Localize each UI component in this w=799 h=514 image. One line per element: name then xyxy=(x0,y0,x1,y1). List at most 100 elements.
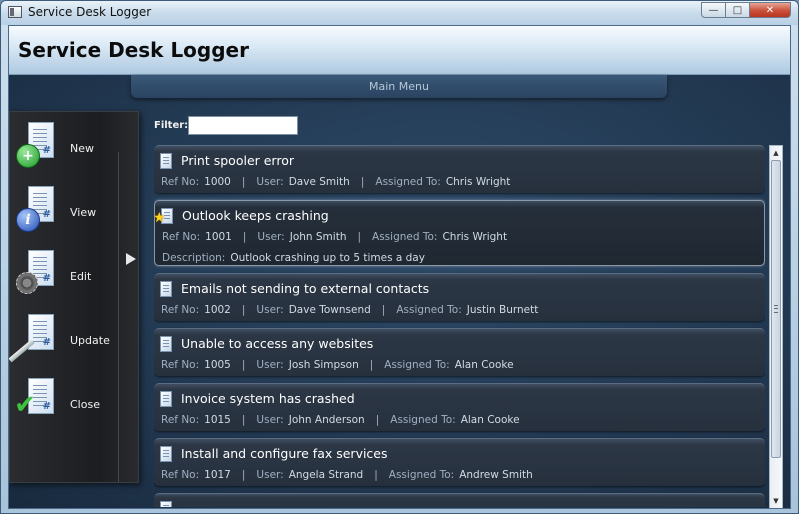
main-menu-bar[interactable]: Main Menu xyxy=(131,75,667,98)
app-window: Service Desk Logger — □ ✕ Service Desk L… xyxy=(0,0,799,514)
scroll-up-icon[interactable]: ▲ xyxy=(770,146,782,160)
ticket-user-label: User: xyxy=(257,231,285,243)
separator: | xyxy=(374,469,378,481)
ticket-meta: Ref No: 1015 | User: John Anderson | Assigned … xyxy=(161,414,520,426)
separator: | xyxy=(242,231,247,243)
ticket-document-icon xyxy=(160,501,172,507)
ticket-assigned: Chris Wright xyxy=(442,231,508,243)
ticket-title: Emails not sending to external contacts xyxy=(181,281,430,296)
separator: | xyxy=(369,359,374,371)
ticket-ref-label: Ref No: xyxy=(161,176,200,188)
ticket-assigned: Justin Burnett xyxy=(466,304,539,316)
ticket-assigned: Chris Wright xyxy=(445,176,511,188)
ticket-meta: Ref No: 1005 | User: Josh Simpson | Assigned T… xyxy=(161,359,514,371)
new-button-label: New xyxy=(70,142,94,155)
ticket-ref-label: Ref No: xyxy=(161,414,200,426)
update-button-label: Update xyxy=(70,334,110,347)
ticket-document-icon xyxy=(160,153,172,169)
update-button[interactable]: # Update xyxy=(14,314,114,370)
ticket-card[interactable]: Install and configure fax services Ref No… xyxy=(154,438,765,486)
separator: | xyxy=(381,304,386,316)
app-header: Service Desk Logger xyxy=(9,26,790,75)
ticket-card[interactable]: Print spooler error Ref No: 1000 | User: Dave… xyxy=(154,145,765,193)
maximize-icon: □ xyxy=(732,4,743,16)
ticket-title: Unable to access any websites xyxy=(181,336,374,351)
ticket-assigned-label: Assigned To: xyxy=(388,469,455,481)
close-window-button[interactable]: ✕ xyxy=(749,2,791,18)
ticket-card[interactable]: Unable to access any websites Ref No: 1005… xyxy=(154,328,765,376)
separator: | xyxy=(375,414,380,426)
separator: | xyxy=(241,176,246,188)
scroll-thumb[interactable] xyxy=(771,160,781,458)
ticket-user: Angela Strand xyxy=(288,469,364,481)
ticket-assigned-label: Assigned To: xyxy=(390,414,456,426)
sidebar-divider xyxy=(118,152,119,482)
separator: | xyxy=(241,469,246,481)
ticket-meta: Ref No: 1017 | User: Angela Strand | Assigned … xyxy=(161,469,533,481)
ticket-description-text: Outlook crashing up to 5 times a day xyxy=(230,252,425,264)
ticket-document-icon xyxy=(160,281,172,297)
edit-button-label: Edit xyxy=(70,270,92,283)
ticket-assigned-label: Assigned To: xyxy=(396,304,462,316)
ticket-user-label: User: xyxy=(256,359,284,371)
ticket-card-partial[interactable] xyxy=(154,493,765,507)
ticket-ref-label: Ref No: xyxy=(161,304,200,316)
ticket-description-label: Description: xyxy=(162,252,226,264)
page-title: Service Desk Logger xyxy=(18,38,249,62)
ticket-ref-label: Ref No: xyxy=(161,359,200,371)
ticket-user: Josh Simpson xyxy=(288,359,359,371)
minimize-button[interactable]: — xyxy=(701,2,726,18)
close-button[interactable]: # ✔ Close xyxy=(14,378,114,434)
window-title: Service Desk Logger xyxy=(28,5,152,19)
sidebar-expand-arrow-icon[interactable] xyxy=(126,253,136,265)
separator: | xyxy=(241,414,246,426)
ticket-user-label: User: xyxy=(256,176,284,188)
view-ticket-icon: i xyxy=(16,208,40,232)
ticket-ref: 1002 xyxy=(204,304,231,316)
ticket-title: Print spooler error xyxy=(181,153,295,168)
ticket-ref: 1001 xyxy=(205,231,232,243)
separator: | xyxy=(360,176,365,188)
minimize-icon: — xyxy=(708,4,719,16)
view-button[interactable]: # i View xyxy=(14,186,114,242)
scroll-down-icon[interactable]: ▼ xyxy=(770,494,782,508)
maximize-button[interactable]: □ xyxy=(725,2,750,18)
edit-ticket-icon xyxy=(16,272,38,294)
title-bar[interactable]: Service Desk Logger — □ ✕ xyxy=(1,1,798,25)
ticket-card[interactable]: Emails not sending to external contacts R… xyxy=(154,273,765,321)
ticket-ref: 1000 xyxy=(204,176,231,188)
ticket-list: Print spooler error Ref No: 1000 | User: Dave… xyxy=(154,145,765,507)
client-area: Service Desk Logger Main Menu # + New # … xyxy=(8,25,791,509)
close-button-label: Close xyxy=(70,398,100,411)
ticket-ref: 1017 xyxy=(204,469,231,481)
ticket-assigned: Andrew Smith xyxy=(459,469,533,481)
ticket-list-scrollbar[interactable]: ▲ ▼ xyxy=(769,145,783,508)
star-icon: ★ xyxy=(154,210,166,226)
ticket-ref: 1005 xyxy=(204,359,231,371)
new-button[interactable]: # + New xyxy=(14,122,114,178)
close-icon: ✕ xyxy=(765,4,775,16)
ticket-meta: Ref No: 1002 | User: Dave Townsend | Assigned … xyxy=(161,304,538,316)
ticket-user: Dave Smith xyxy=(288,176,350,188)
ticket-ref-label: Ref No: xyxy=(161,469,200,481)
sidebar: # + New # i View # Edit # Update # ✔ Clo… xyxy=(9,111,139,483)
ticket-description: Description: Outlook crashing up to 5 tim… xyxy=(162,252,425,264)
ticket-user-label: User: xyxy=(256,469,284,481)
ticket-title: Install and configure fax services xyxy=(181,446,388,461)
ticket-meta: Ref No: 1001 | User: John Smith | Assigned To:… xyxy=(162,231,507,243)
ticket-ref-label: Ref No: xyxy=(162,231,201,243)
ticket-user-label: User: xyxy=(256,304,284,316)
ticket-assigned: Alan Cooke xyxy=(460,414,520,426)
ticket-card[interactable]: ★ Outlook keeps crashing Ref No: 1001 | User:… xyxy=(154,200,765,266)
ticket-title: Outlook keeps crashing xyxy=(182,208,329,223)
filter-input[interactable] xyxy=(188,116,298,135)
app-window-icon[interactable] xyxy=(8,6,22,18)
separator: | xyxy=(357,231,362,243)
window-controls: — □ ✕ xyxy=(701,2,791,18)
ticket-card[interactable]: Invoice system has crashed Ref No: 1015 | Us… xyxy=(154,383,765,431)
content-area: Main Menu # + New # i View # Edit # Upda… xyxy=(9,75,790,508)
update-ticket-icon xyxy=(10,344,38,352)
separator: | xyxy=(241,359,246,371)
edit-button[interactable]: # Edit xyxy=(14,250,114,306)
ticket-assigned-label: Assigned To: xyxy=(372,231,438,243)
